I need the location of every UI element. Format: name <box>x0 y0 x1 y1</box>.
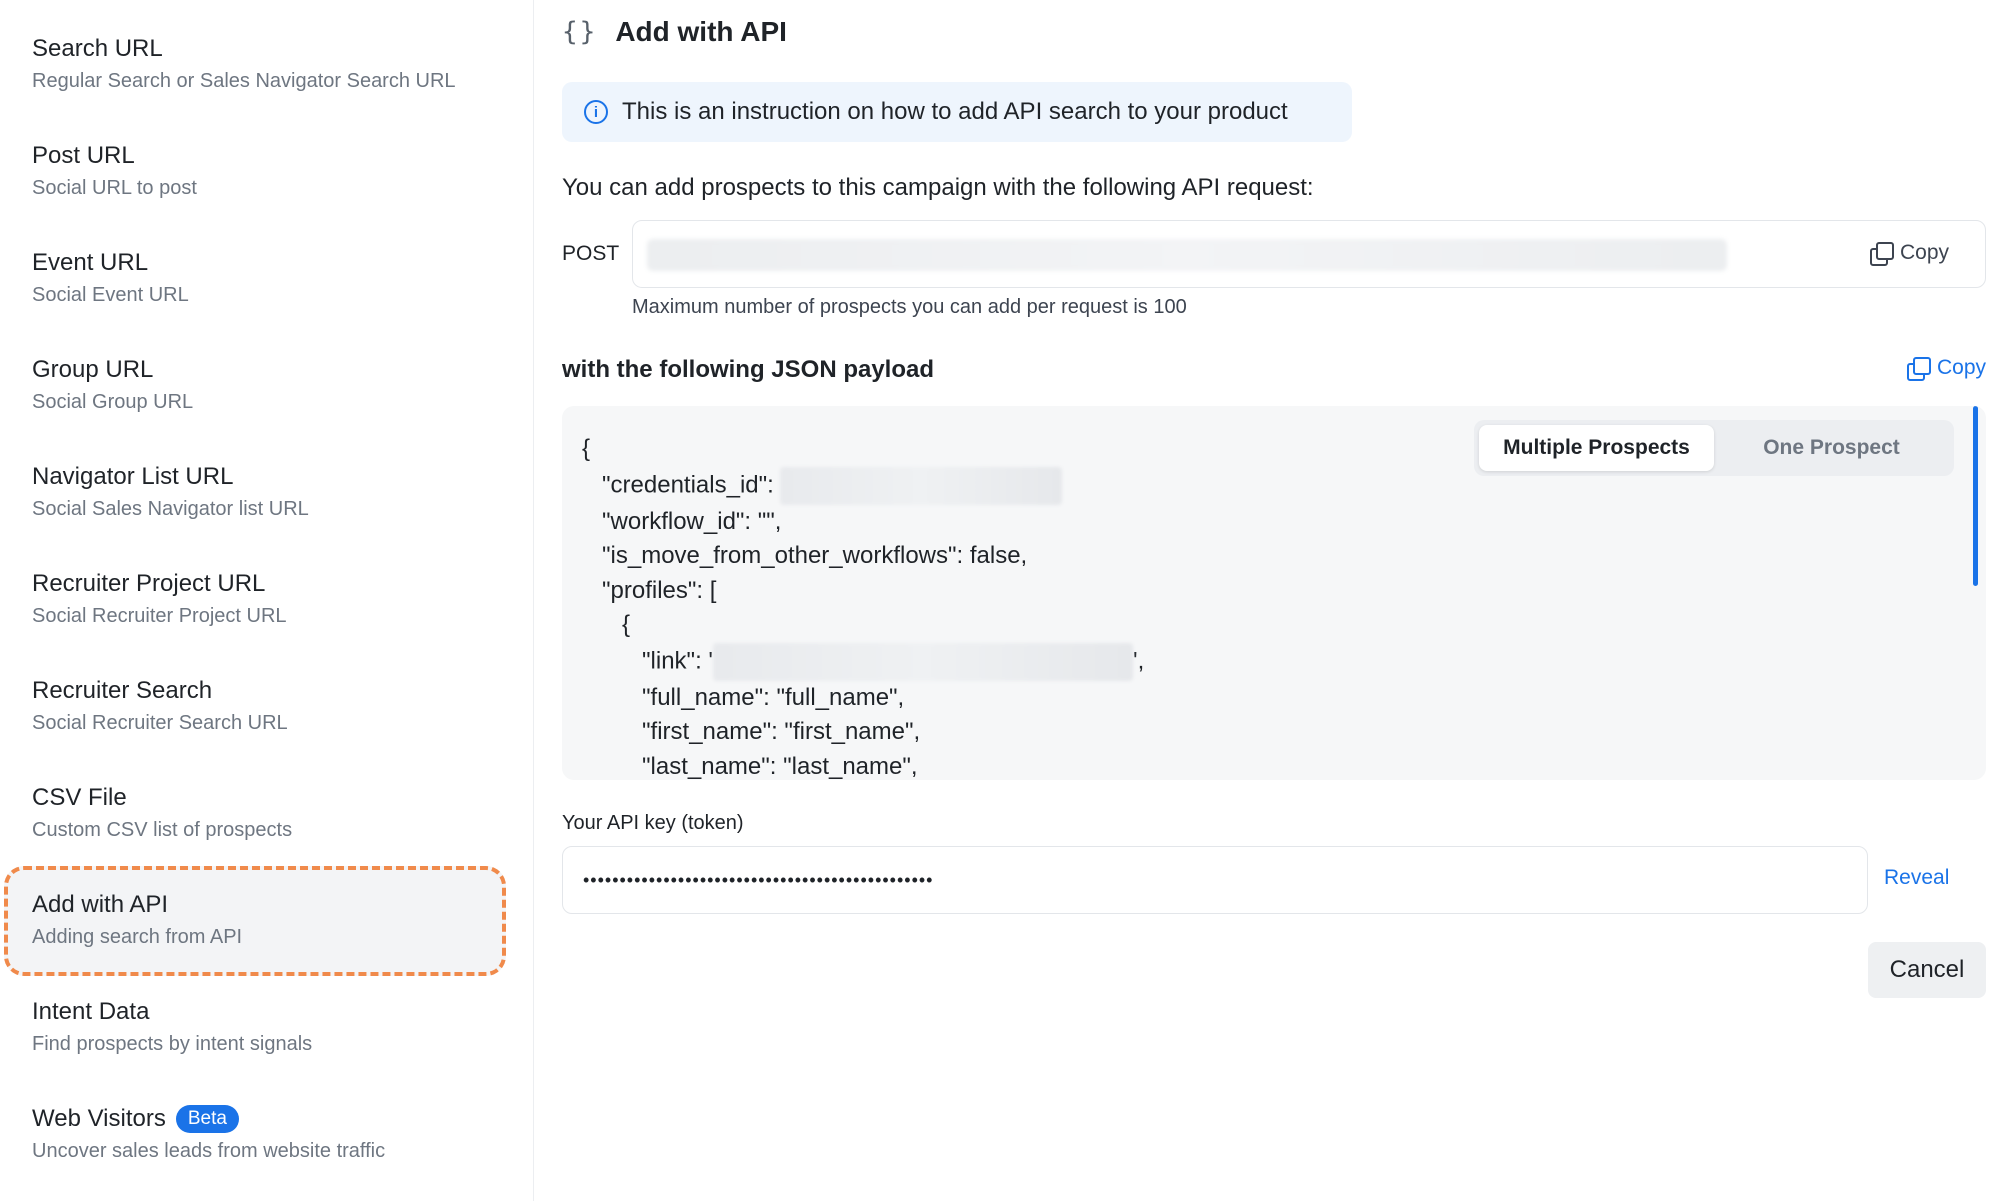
sidebar-item-intent-data[interactable]: Intent Data Find prospects by intent sig… <box>32 997 502 1057</box>
tab-one-prospect[interactable]: One Prospect <box>1714 425 1949 471</box>
code-line: "link": ' <box>642 646 713 674</box>
redacted-url <box>647 239 1727 271</box>
sidebar-item-subtitle: Adding search from API <box>32 926 243 948</box>
sidebar-item-recruiter-project-url[interactable]: Recruiter Project URL Social Recruiter P… <box>32 569 502 629</box>
sidebar-item-subtitle: Find prospects by intent signals <box>32 1033 313 1055</box>
info-text: This is an instruction on how to add API… <box>622 98 1288 125</box>
code-line: "is_move_from_other_workflows": false, <box>602 542 1028 569</box>
code-line: "credentials_id": <box>602 470 774 498</box>
braces-icon: {} <box>562 17 598 47</box>
api-panel: {} Add with API i This is an instruction… <box>562 0 1986 1201</box>
sidebar-item-subtitle: Social Event URL <box>32 284 189 306</box>
code-line: "last_name": "last_name", <box>642 752 918 780</box>
page-title: Add with API <box>615 16 787 47</box>
sidebar-item-csv-file[interactable]: CSV File Custom CSV list of prospects <box>32 783 502 843</box>
code-line: "full_name": "full_name", <box>642 683 905 711</box>
sidebar-item-subtitle: Regular Search or Sales Navigator Search… <box>32 70 456 92</box>
redacted-link <box>712 642 1133 681</box>
cancel-button[interactable]: Cancel <box>1868 942 1986 998</box>
sidebar-item-title: Navigator List URL <box>32 463 234 490</box>
redacted-credentials-id <box>780 466 1063 505</box>
sidebar-item-add-with-api[interactable]: Add with API Adding search from API <box>32 890 502 950</box>
code-line: { <box>622 611 631 638</box>
sidebar-item-event-url[interactable]: Event URL Social Event URL <box>32 248 502 308</box>
sidebar-item-subtitle: Social Sales Navigator list URL <box>32 498 309 520</box>
sidebar-item-title: Recruiter Search <box>32 677 213 704</box>
sidebar-item-title: Search URL <box>32 35 163 62</box>
sidebar-item-web-visitors[interactable]: Web Visitors Beta Uncover sales leads fr… <box>32 1104 502 1164</box>
code-line: "workflow_id": "", <box>602 507 782 535</box>
copy-payload-button[interactable]: Copy <box>1906 356 1986 381</box>
json-payload-viewer[interactable]: { "credentials_id": "workflow_id": "", "… <box>562 406 1986 780</box>
sidebar-item-group-url[interactable]: Group URL Social Group URL <box>32 355 502 415</box>
request-description: You can add prospects to this campaign w… <box>562 174 1314 201</box>
payload-title: with the following JSON payload <box>562 356 935 383</box>
http-method-label: POST <box>562 242 620 265</box>
sidebar-item-title: Add with API <box>32 891 169 918</box>
sidebar-item-title: Group URL <box>32 356 154 383</box>
sidebar-item-title: Web Visitors <box>32 1105 166 1132</box>
copy-icon <box>1906 357 1931 381</box>
code-scrollbar[interactable] <box>1973 406 1978 586</box>
sidebar-item-recruiter-search[interactable]: Recruiter Search Social Recruiter Search… <box>32 676 502 736</box>
beta-badge: Beta <box>175 1105 239 1133</box>
sidebar-item-title: CSV File <box>32 784 127 811</box>
reveal-api-key-button[interactable]: Reveal <box>1884 866 1949 890</box>
code-line: "profiles": [ <box>602 576 717 604</box>
sidebar-item-subtitle: Uncover sales leads from website traffic <box>32 1140 386 1162</box>
info-icon: i <box>584 100 608 124</box>
sidebar-item-title: Intent Data <box>32 998 150 1025</box>
copy-payload-label: Copy <box>1936 356 1986 379</box>
sidebar-item-subtitle: Social Group URL <box>32 391 194 413</box>
request-limit-note: Maximum number of prospects you can add … <box>632 296 1187 318</box>
sidebar-item-search-url[interactable]: Search URL Regular Search or Sales Navig… <box>32 34 502 94</box>
info-banner: i This is an instruction on how to add A… <box>562 82 1352 142</box>
sidebar-item-title: Recruiter Project URL <box>32 570 266 597</box>
copy-url-label: Copy <box>1899 241 1949 264</box>
api-key-label: Your API key (token) <box>562 812 744 834</box>
tab-multiple-prospects[interactable]: Multiple Prospects <box>1479 425 1714 471</box>
sidebar-item-subtitle: Social Recruiter Project URL <box>32 605 287 627</box>
sidebar-item-title: Post URL <box>32 142 135 169</box>
panel-header: {} Add with API <box>562 16 787 48</box>
sidebar-item-post-url[interactable]: Post URL Social URL to post <box>32 141 502 201</box>
json-code: { "credentials_id": "workflow_id": "", "… <box>582 432 1144 780</box>
sidebar-item-subtitle: Custom CSV list of prospects <box>32 819 293 841</box>
code-line: { <box>582 435 591 462</box>
copy-icon <box>1869 242 1894 266</box>
copy-url-button[interactable]: Copy <box>1869 241 1949 266</box>
sidebar-item-title-row: Web Visitors Beta <box>32 1104 502 1134</box>
sidebar-item-subtitle: Social URL to post <box>32 177 197 199</box>
code-line: "first_name": "first_name", <box>642 718 921 745</box>
prospect-mode-toggle: Multiple Prospects One Prospect <box>1474 420 1954 476</box>
code-line: ', <box>1132 646 1145 674</box>
sidebar-item-subtitle: Social Recruiter Search URL <box>32 712 288 734</box>
sidebar-item-navigator-list-url[interactable]: Navigator List URL Social Sales Navigato… <box>32 462 502 522</box>
sidebar-item-title: Event URL <box>32 249 149 276</box>
api-key-field[interactable]: ••••••••••••••••••••••••••••••••••••••••… <box>562 846 1868 914</box>
request-url-field[interactable]: Copy <box>632 220 1986 288</box>
source-sidebar: Search URL Regular Search or Sales Navig… <box>0 0 534 1201</box>
